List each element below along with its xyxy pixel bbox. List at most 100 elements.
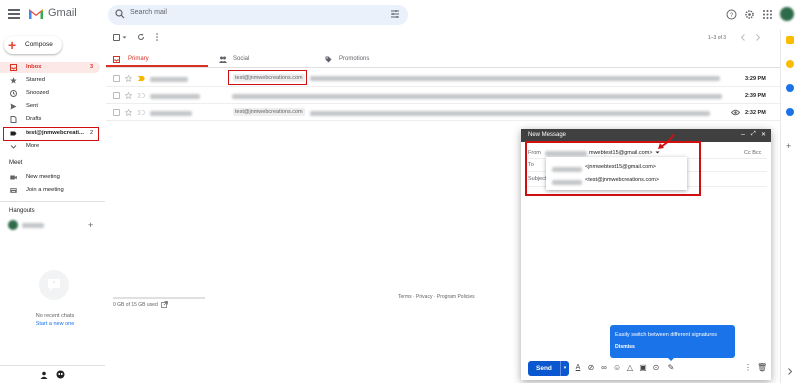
keep-icon[interactable] [786, 60, 794, 68]
minimize-icon[interactable]: – [741, 131, 745, 138]
label-count: 2 [90, 130, 94, 136]
hangouts-avatar[interactable] [8, 220, 18, 230]
fullscreen-icon[interactable]: ⤢ [751, 131, 756, 138]
inbox-count: 3 [90, 64, 94, 70]
compose-title: New Message [528, 132, 567, 138]
sidebar-item-label[interactable]: test@jnmwebcreati... [26, 130, 84, 136]
email-snippet [232, 94, 722, 99]
cc-bcc-link[interactable]: Cc Bcc [744, 150, 761, 156]
text-format-icon[interactable]: A [574, 364, 582, 372]
row-checkbox[interactable] [113, 92, 120, 99]
gmail-logo-icon [29, 9, 43, 19]
no-recent-chats-text: No recent chats [35, 313, 75, 319]
divider [0, 365, 105, 366]
add-hangout-icon[interactable]: + [88, 220, 93, 230]
add-addon-icon[interactable]: + [786, 142, 791, 151]
apps-grid-icon[interactable] [762, 9, 773, 20]
prev-page-icon[interactable] [740, 34, 746, 41]
pagination-text: 1–3 of 3 [708, 35, 727, 41]
sidebar-item-label[interactable]: Starred [26, 77, 45, 83]
star-icon[interactable] [125, 109, 132, 116]
tab-label: Primary [128, 56, 149, 62]
close-icon[interactable]: ✕ [761, 131, 766, 138]
sidebar-item-label[interactable]: More [26, 143, 39, 149]
email-label-chip[interactable]: test@jnmwebcreations.com [233, 74, 305, 82]
link-icon[interactable]: ∞ [600, 364, 608, 372]
caret-down-icon[interactable] [122, 35, 127, 40]
important-marker-icon[interactable] [138, 93, 145, 98]
email-label-chip[interactable]: test@jnmwebcreations.com [233, 108, 305, 116]
emoji-icon[interactable]: ☺ [613, 364, 621, 372]
star-icon[interactable] [125, 92, 132, 99]
settings-gear-icon[interactable] [744, 9, 755, 20]
start-new-chat-link[interactable]: Start a new one [25, 321, 85, 327]
video-camera-icon [10, 175, 17, 180]
important-marker-icon[interactable] [138, 110, 145, 115]
clock-icon [10, 90, 17, 97]
email-snippet [310, 111, 710, 116]
drive-icon[interactable]: △ [626, 364, 634, 372]
search-icon[interactable] [115, 9, 125, 19]
more-options-icon[interactable]: ⋮ [744, 364, 752, 372]
draft-file-icon [10, 116, 17, 123]
new-meeting-link[interactable]: New meeting [26, 174, 60, 180]
label-tag-icon [10, 131, 17, 136]
chevron-down-icon [10, 145, 17, 149]
search-input[interactable]: Search mail [130, 9, 167, 16]
star-icon[interactable] [125, 75, 132, 82]
trash-icon[interactable]: 🗑 [757, 364, 767, 372]
footer-links[interactable]: Terms · Privacy · Program Policies [398, 294, 475, 300]
storage-bar [113, 297, 205, 299]
account-avatar[interactable] [780, 7, 794, 21]
person-icon[interactable] [40, 371, 48, 379]
app-name: Gmail [48, 7, 77, 19]
tab-label: Social [233, 56, 250, 62]
more-options-icon[interactable] [155, 33, 159, 41]
refresh-icon[interactable] [137, 33, 145, 41]
calendar-icon[interactable] [786, 36, 794, 44]
expand-panel-icon[interactable] [787, 368, 793, 375]
main-menu-icon[interactable] [8, 9, 20, 19]
storage-text: 0 GB of 15 GB used [113, 302, 158, 308]
hangouts-user-name [22, 223, 44, 228]
inbox-icon [10, 64, 17, 71]
svg-text:": " [53, 282, 55, 288]
signature-pen-icon[interactable]: ✎ [667, 364, 675, 372]
tooltip-text: Easily switch between different signatur… [615, 332, 718, 338]
tab-social[interactable] [212, 50, 312, 67]
attach-icon[interactable]: ⊘ [587, 364, 595, 372]
people-icon [219, 56, 227, 63]
sender-name [150, 94, 200, 99]
tooltip-dismiss-button[interactable]: Dismiss [615, 344, 635, 350]
join-meeting-link[interactable]: Join a meeting [26, 187, 64, 193]
tag-icon [325, 56, 332, 63]
hangouts-chat-icon[interactable] [56, 370, 65, 379]
email-time: 3:29 PM [745, 76, 766, 82]
sidebar-item-label: Inbox [26, 64, 42, 70]
select-all-checkbox[interactable] [113, 34, 120, 41]
send-label: Send [536, 365, 552, 372]
sidebar-item-label[interactable]: Drafts [26, 116, 41, 122]
row-checkbox[interactable] [113, 75, 120, 82]
row-checkbox[interactable] [113, 109, 120, 116]
contacts-icon[interactable] [786, 108, 794, 116]
side-panel-divider [780, 30, 781, 383]
next-page-icon[interactable] [755, 34, 761, 41]
help-icon[interactable]: ? [726, 9, 737, 20]
send-icon [10, 103, 17, 110]
important-marker-icon[interactable] [138, 76, 145, 81]
sidebar-item-label[interactable]: Sent [26, 103, 38, 109]
schedule-send-icon[interactable]: ▾ [560, 361, 569, 376]
tasks-icon[interactable] [786, 84, 794, 92]
confidential-icon[interactable]: ⊙ [652, 364, 660, 372]
tabs-divider [106, 67, 780, 68]
sidebar-item-label[interactable]: Snoozed [26, 90, 49, 96]
search-options-icon[interactable] [390, 9, 400, 19]
svg-text:?: ? [730, 13, 734, 19]
email-snippet [310, 76, 720, 81]
photo-icon[interactable]: ▣ [639, 364, 647, 372]
tooltip-pointer [667, 357, 675, 361]
external-link-icon[interactable] [161, 301, 168, 308]
meet-section-title: Meet [9, 160, 23, 166]
email-time: 2:32 PM [745, 110, 766, 116]
